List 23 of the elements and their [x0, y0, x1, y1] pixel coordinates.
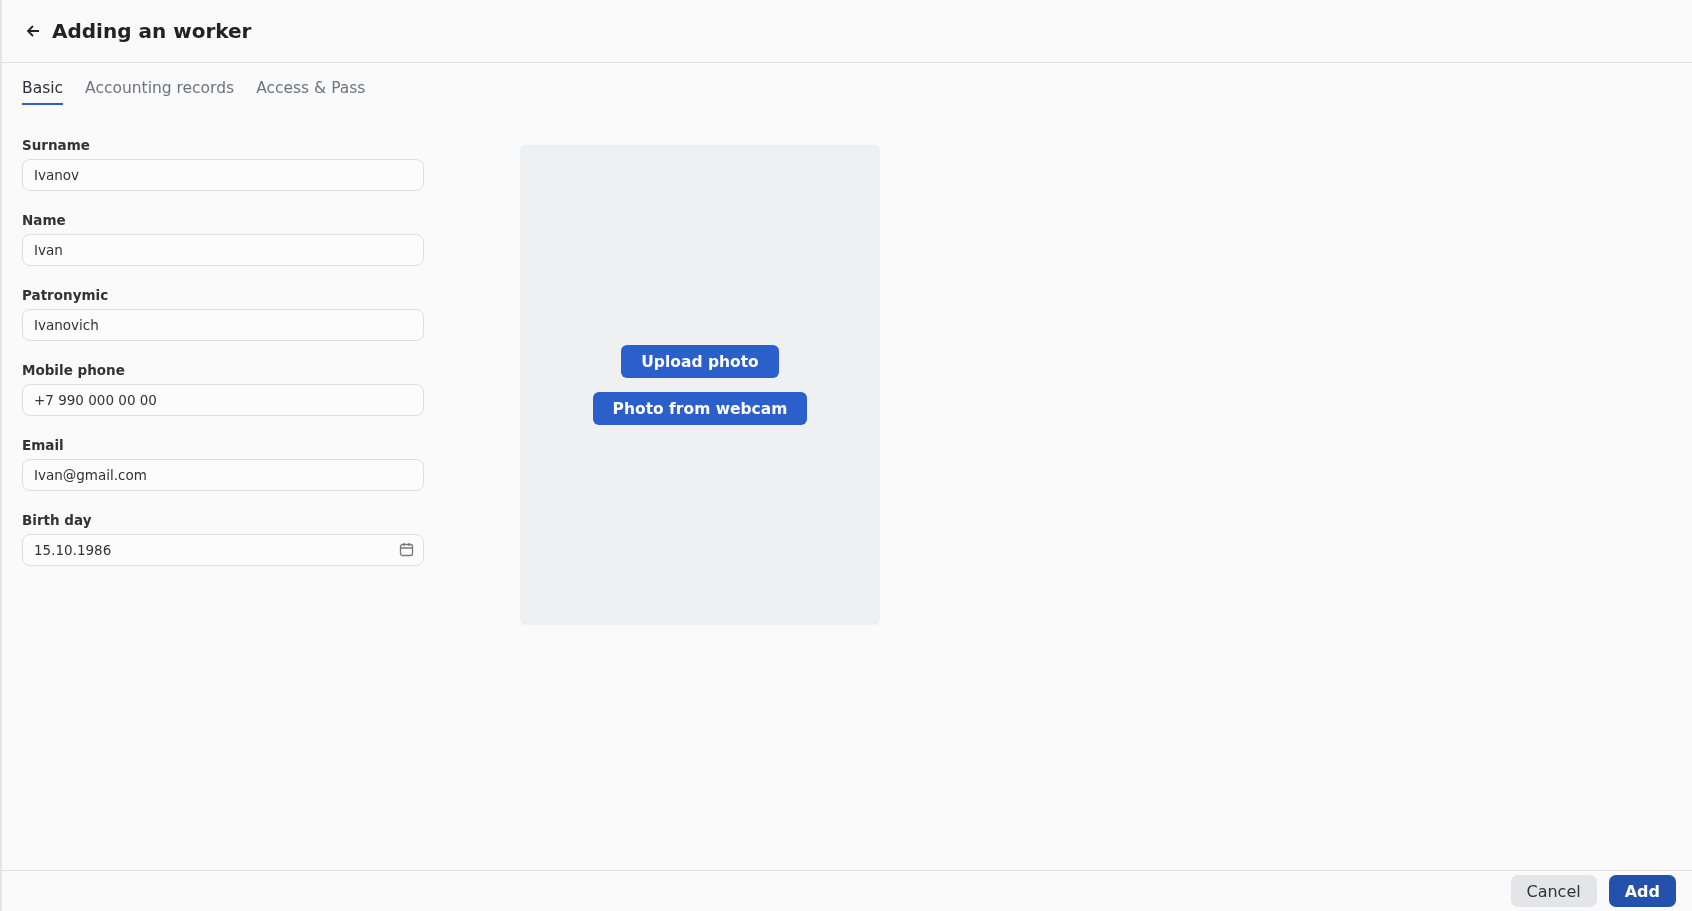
tab[interactable]: Accounting records	[85, 79, 235, 105]
date-field[interactable]: 15.10.1986	[22, 534, 424, 566]
field-label: Birth day	[22, 512, 93, 528]
field-label: Patronymic	[22, 287, 110, 303]
field-label: Mobile phone	[22, 362, 126, 378]
add-button[interactable]: Add	[1608, 875, 1676, 907]
input-field[interactable]: Ivan@gmail.com	[22, 459, 424, 491]
back-button[interactable]	[26, 24, 40, 38]
input-field[interactable]: Ivanov	[22, 159, 424, 191]
input-field[interactable]: +7 990 000 00 00	[22, 384, 424, 416]
field-label: Email	[22, 437, 65, 453]
field-label: Name	[22, 212, 67, 228]
page-title: Adding an worker	[52, 19, 252, 43]
calendar-icon[interactable]	[399, 542, 414, 557]
input-field[interactable]: Ivanovich	[22, 309, 424, 341]
field-label: Surname	[22, 137, 91, 153]
tab[interactable]: Basic	[22, 79, 64, 105]
photo-button[interactable]: Photo from webcam	[592, 392, 808, 425]
photo-button[interactable]: Upload photo	[621, 345, 779, 378]
input-field[interactable]: Ivan	[22, 234, 424, 266]
back-arrow-icon	[26, 24, 40, 38]
cancel-button[interactable]: Cancel	[1510, 875, 1597, 907]
tab[interactable]: Access & Pass	[256, 79, 366, 105]
